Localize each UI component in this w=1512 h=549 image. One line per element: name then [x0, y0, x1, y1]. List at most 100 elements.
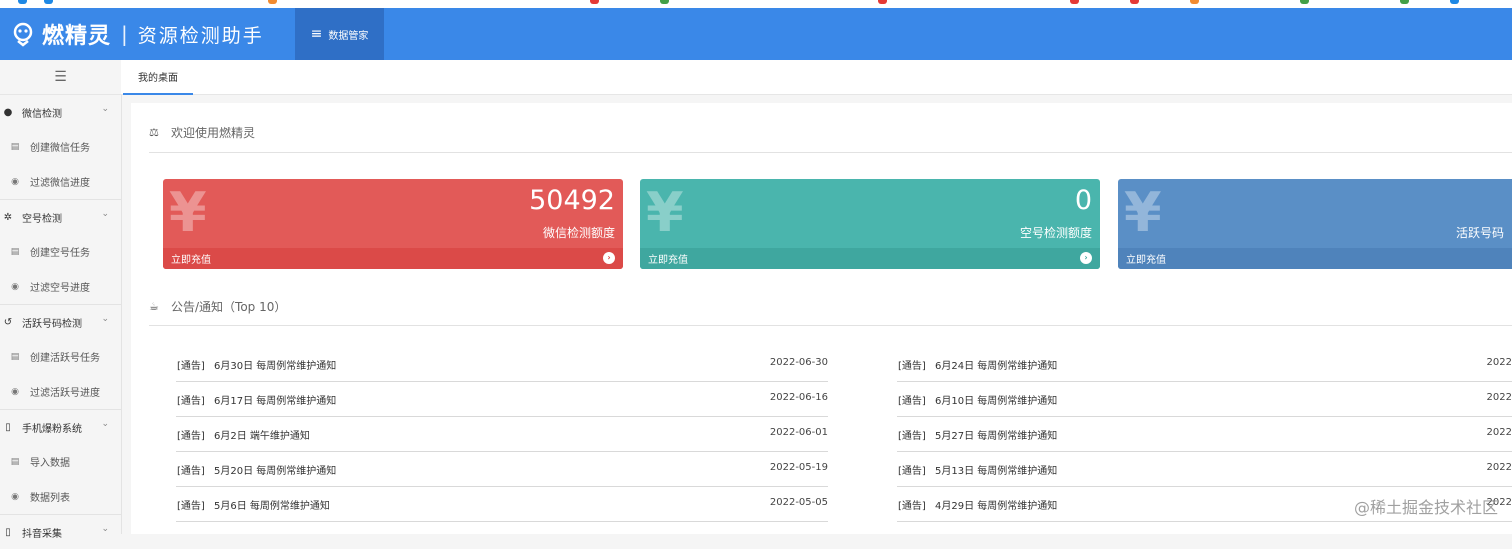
sidebar-item-label: 创建微信任务 [30, 143, 90, 154]
recharge-label: 立即充值 [171, 255, 211, 266]
notice-list-left: [通告] 6月30日 每周例常维护通知 2022-06-30 [通告] 6月17… [176, 347, 828, 522]
yen-icon: ¥ [169, 181, 207, 244]
logo[interactable]: 燃精灵 | 资源检测助手 [0, 18, 295, 50]
sidebar-item-filter-active-progress[interactable]: ◉ 过滤活跃号进度 [0, 374, 121, 409]
chevron-down-icon: ⌄ [101, 104, 109, 114]
notice-tag: [通告] [898, 361, 926, 372]
sidebar-item-label: 导入数据 [30, 458, 70, 469]
top-header: 燃精灵 | 资源检测助手 ≡ 数据管家 [0, 8, 1512, 60]
notice-row[interactable]: [通告] 6月10日 每周例常维护通知 2022 [897, 382, 1512, 417]
sidebar-item-create-empty-task[interactable]: ▤ 创建空号任务 [0, 234, 121, 269]
sidebar-item-phone-fans-system[interactable]: ▯ 手机爆粉系统 ⌄ [0, 410, 121, 444]
welcome-header: ⚖ 欢迎使用燃精灵 [149, 124, 255, 141]
notice-date: 2022-05-19 [769, 462, 828, 473]
sidebar-item-label: 活跃号码检测 [22, 318, 82, 330]
tab-bar: 我的桌面 [121, 60, 1512, 95]
notice-title-link[interactable]: 5月20日 每周例常维护通知 [214, 462, 336, 477]
notice-date: 2022 [1486, 462, 1512, 473]
notice-tag: [通告] [177, 396, 205, 407]
notice-title-link[interactable]: 6月10日 每周例常维护通知 [935, 392, 1057, 407]
notice-title-link[interactable]: 6月24日 每周例常维护通知 [935, 357, 1057, 372]
notice-row[interactable]: [通告] 6月30日 每周例常维护通知 2022-06-30 [176, 347, 828, 382]
sidebar-item-import-data[interactable]: ▤ 导入数据 [0, 444, 121, 479]
indent-icon: ☰ [54, 69, 67, 85]
notice-row[interactable]: [通告] 5月13日 每周例常维护通知 2022 [897, 452, 1512, 487]
sidebar-group-empty-number: ✲ 空号检测 ⌄ ▤ 创建空号任务 ◉ 过滤空号进度 [0, 200, 121, 305]
sidebar-item-empty-number-check[interactable]: ✲ 空号检测 ⌄ [0, 200, 121, 234]
notice-title-link[interactable]: 6月17日 每周例常维护通知 [214, 392, 336, 407]
notice-row[interactable]: [通告] 6月24日 每周例常维护通知 2022 [897, 347, 1512, 382]
sidebar-item-data-list[interactable]: ◉ 数据列表 [0, 479, 121, 514]
sidebar-item-create-active-task[interactable]: ▤ 创建活跃号任务 [0, 339, 121, 374]
notice-row[interactable]: [通告] 6月2日 端午维护通知 2022-06-01 [176, 417, 828, 452]
card-value: 0 [1074, 185, 1092, 216]
sidebar-item-label: 过滤空号进度 [30, 283, 90, 294]
sidebar-item-label: 过滤活跃号进度 [30, 388, 100, 399]
tab-my-desktop[interactable]: 我的桌面 [123, 60, 193, 95]
logo-icon [13, 22, 33, 47]
main-content: ⚖ 欢迎使用燃精灵 ¥ 50492 微信检测额度 立即充值 › ¥ 0 空号检测… [131, 103, 1512, 534]
eye-icon: ◉ [11, 281, 19, 292]
notice-row[interactable]: [通告] 5月6日 每周例常维护通知 2022-05-05 [176, 487, 828, 522]
sidebar-item-filter-empty-progress[interactable]: ◉ 过滤空号进度 [0, 269, 121, 304]
sidebar-item-label: 数据列表 [30, 493, 70, 504]
notice-title-link[interactable]: 6月2日 端午维护通知 [214, 427, 310, 442]
chevron-down-icon: ⌄ [101, 524, 109, 534]
balance-icon: ⚖ [149, 126, 159, 139]
sidebar-item-label: 空号检测 [22, 213, 62, 225]
sidebar-item-active-number-check[interactable]: ↺ 活跃号码检测 ⌄ [0, 305, 121, 339]
card-label: 微信检测额度 [542, 226, 615, 240]
notice-tag: [通告] [898, 396, 926, 407]
notice-row[interactable]: [通告] 5月20日 每周例常维护通知 2022-05-19 [176, 452, 828, 487]
chevron-down-icon: ⌄ [101, 419, 109, 429]
active-number-quota-card: ¥ 活跃号码 立即充值 [1118, 179, 1512, 269]
notice-date: 2022 [1486, 392, 1512, 403]
notice-row[interactable]: [通告] 6月17日 每周例常维护通知 2022-06-16 [176, 382, 828, 417]
recharge-link[interactable]: 立即充值 › [163, 248, 623, 269]
notice-title-link[interactable]: 5月6日 每周例常维护通知 [214, 497, 330, 512]
notice-title-link[interactable]: 5月27日 每周例常维护通知 [935, 427, 1057, 442]
sidebar-group-wechat: ● 微信检测 ⌄ ▤ 创建微信任务 ◉ 过滤微信进度 [0, 95, 121, 200]
notice-tag: [通告] [177, 466, 205, 477]
arrow-right-icon: › [603, 252, 615, 264]
notice-date: 2022 [1486, 357, 1512, 368]
sidebar-group-phone-fans: ▯ 手机爆粉系统 ⌄ ▤ 导入数据 ◉ 数据列表 [0, 410, 121, 515]
sidebar-group-active-number: ↺ 活跃号码检测 ⌄ ▤ 创建活跃号任务 ◉ 过滤活跃号进度 [0, 305, 121, 410]
sidebar-item-label: 创建空号任务 [30, 248, 90, 259]
card-value: 50492 [529, 185, 615, 216]
chat-icon: ● [3, 106, 13, 118]
gear-icon: ✲ [3, 211, 13, 223]
sidebar-item-filter-wechat-progress[interactable]: ◉ 过滤微信进度 [0, 164, 121, 199]
brand-separator: | [121, 22, 128, 46]
notice-title-link[interactable]: 5月13日 每周例常维护通知 [935, 462, 1057, 477]
notice-tag: [通告] [898, 466, 926, 477]
notice-row[interactable]: [通告] 5月27日 每周例常维护通知 2022 [897, 417, 1512, 452]
sidebar-item-wechat-check[interactable]: ● 微信检测 ⌄ [0, 95, 121, 129]
sidebar-toggle[interactable]: ☰ [0, 60, 121, 95]
recharge-link[interactable]: 立即充值 [1118, 248, 1512, 269]
sidebar-item-label: 手机爆粉系统 [22, 423, 82, 435]
divider [149, 152, 1512, 153]
notice-title-link[interactable]: 6月30日 每周例常维护通知 [214, 357, 336, 372]
watermark: @稀土掘金技术社区 [1353, 498, 1498, 517]
notice-title-link[interactable]: 4月29日 每周例常维护通知 [935, 497, 1057, 512]
notice-tag: [通告] [177, 431, 205, 442]
brand-subtitle: 资源检测助手 [137, 24, 264, 47]
recharge-link[interactable]: 立即充值 › [640, 248, 1100, 269]
phone-icon: ▯ [5, 421, 11, 433]
wechat-quota-card: ¥ 50492 微信检测额度 立即充值 › [163, 179, 623, 269]
data-manager-button[interactable]: ≡ 数据管家 [295, 8, 384, 60]
sidebar: ☰ ● 微信检测 ⌄ ▤ 创建微信任务 ◉ 过滤微信进度 ✲ 空号检测 ⌄ ▤ … [0, 60, 122, 540]
data-manager-label: 数据管家 [328, 30, 369, 42]
arrow-right-icon: › [1080, 252, 1092, 264]
sidebar-item-create-wechat-task[interactable]: ▤ 创建微信任务 [0, 129, 121, 164]
brand-name: 燃精灵 [42, 24, 112, 49]
doc-icon: ▤ [10, 246, 20, 257]
notice-date: 2022-06-30 [769, 357, 828, 368]
recharge-label: 立即充值 [1126, 255, 1166, 266]
sidebar-item-douyin-collect[interactable]: ▯ 抖音采集 ⌄ [0, 515, 121, 549]
empty-number-quota-card: ¥ 0 空号检测额度 立即充值 › [640, 179, 1100, 269]
doc-icon: ▤ [10, 141, 20, 152]
phone-icon: ▯ [5, 526, 11, 538]
eye-icon: ◉ [11, 176, 19, 187]
